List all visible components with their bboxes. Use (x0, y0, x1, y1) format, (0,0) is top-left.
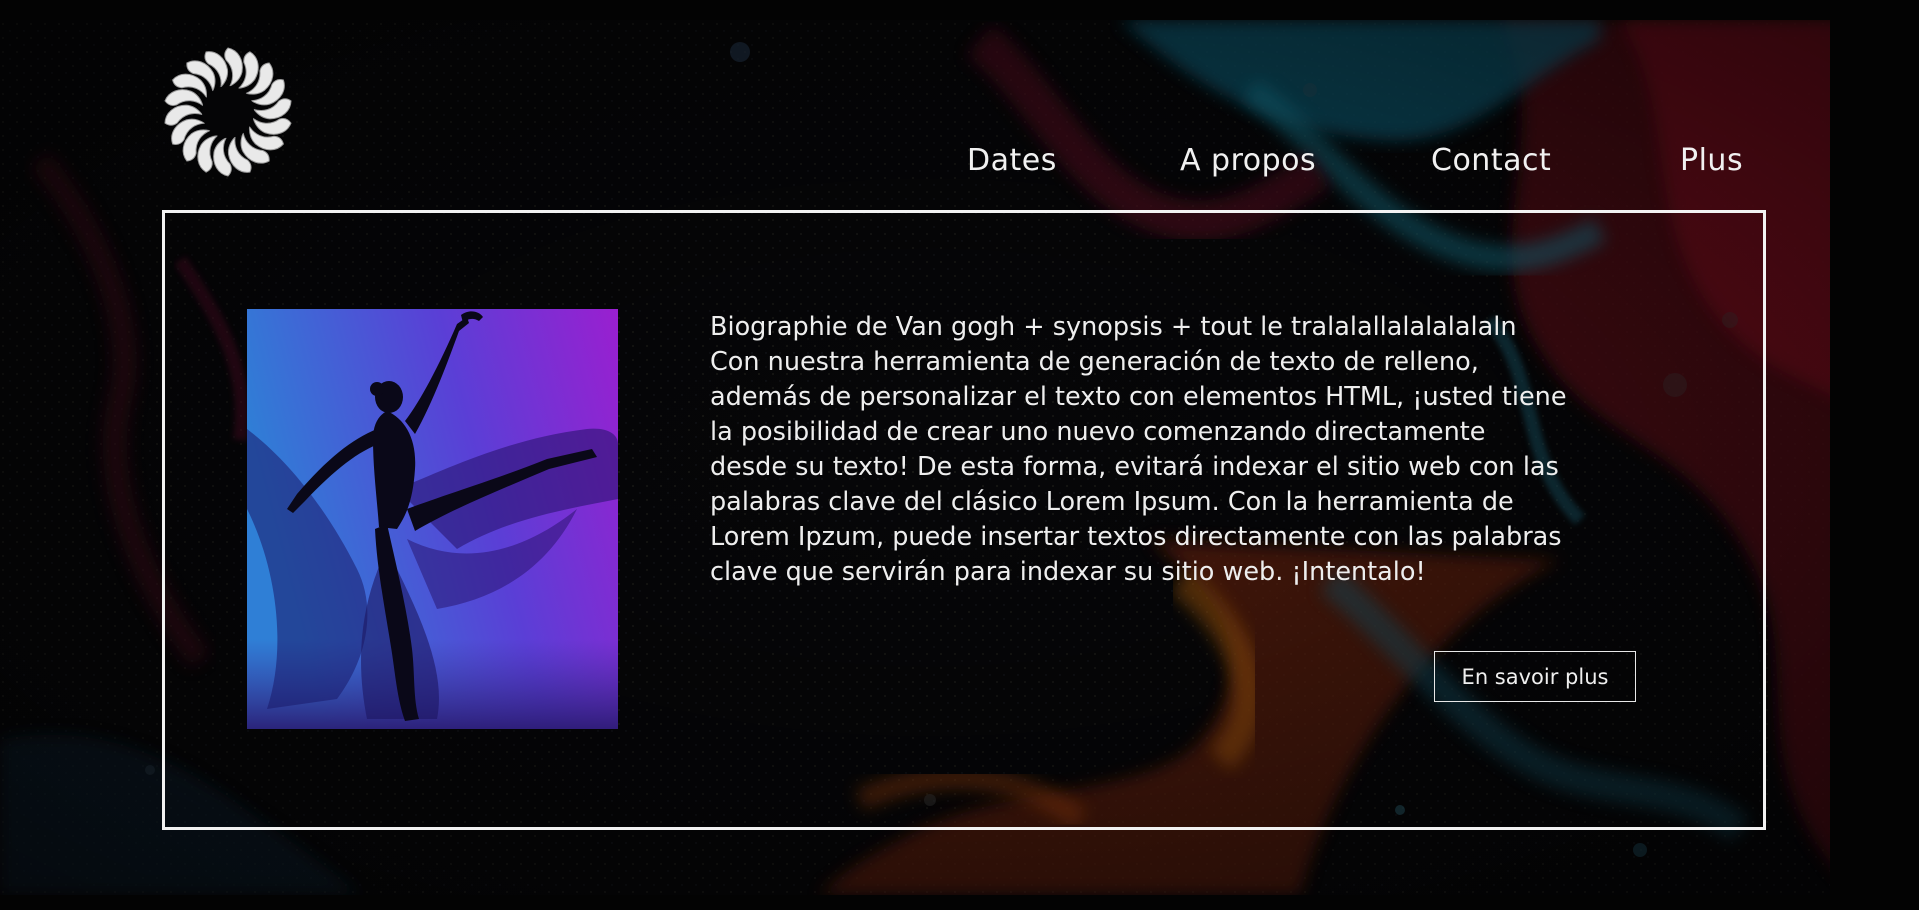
bio-line: la posibilidad de crear uno nuevo comenz… (710, 417, 1486, 447)
biography-text: Biographie de Van gogh + synopsis + tout… (710, 310, 1670, 590)
nav-item-plus[interactable]: Plus (1680, 143, 1743, 178)
bio-line: Lorem Ipzum, puede insertar textos direc… (710, 522, 1562, 552)
bio-line: palabras clave del clásico Lorem Ipsum. … (710, 487, 1514, 517)
main-nav: Dates A propos Contact Plus (0, 143, 1919, 193)
bio-line: Biographie de Van gogh + synopsis + tout… (710, 312, 1517, 342)
bio-line: clave que servirán para indexar su sitio… (710, 557, 1426, 587)
dancer-photo (247, 309, 618, 729)
bio-line: desde su texto! De esta forma, evitará i… (710, 452, 1559, 482)
nav-item-contact[interactable]: Contact (1431, 143, 1551, 178)
en-savoir-plus-button[interactable]: En savoir plus (1434, 651, 1636, 702)
dancer-silhouette-image (247, 309, 618, 729)
nav-item-a-propos[interactable]: A propos (1180, 143, 1316, 178)
bio-line: Con nuestra herramienta de generación de… (710, 347, 1479, 377)
bio-line: además de personalizar el texto con elem… (710, 382, 1567, 412)
nav-item-dates[interactable]: Dates (967, 143, 1057, 178)
